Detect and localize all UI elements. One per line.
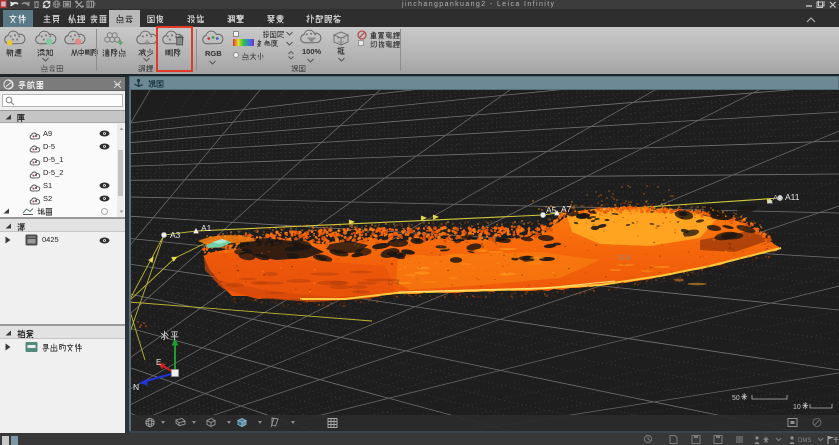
svg-text:A7: A7 — [561, 204, 572, 214]
svg-text:10: 10 — [793, 404, 801, 411]
svg-text:A5: A5 — [546, 205, 557, 215]
svg-text:A8: A8 — [773, 193, 782, 202]
svg-text:A11: A11 — [785, 192, 800, 202]
svg-text:DMS: DMS — [798, 438, 811, 444]
svg-text:A3: A3 — [170, 230, 181, 240]
svg-text:50: 50 — [732, 395, 740, 402]
svg-text:N: N — [133, 382, 139, 392]
svg-text:E: E — [156, 358, 161, 367]
svg-text:D-4: D-4 — [388, 280, 399, 287]
svg-text:A1: A1 — [201, 223, 212, 233]
svg-text:D-3: D-3 — [618, 253, 630, 262]
